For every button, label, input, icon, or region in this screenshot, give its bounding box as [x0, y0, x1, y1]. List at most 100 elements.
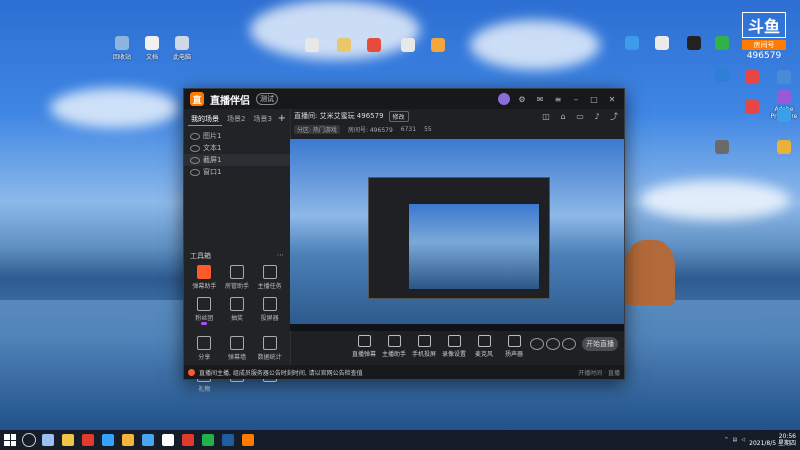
room-title-bar: 直播间: 艾米艾蜜玩 496579 修改 ◫ ⌂ ▭ ♪ ⤴: [290, 109, 624, 123]
user-avatar[interactable]: [498, 93, 510, 105]
windows-taskbar: ^ ▤ ◁ 20:56 2021/8/5 星期四: [0, 430, 800, 450]
edit-room-button[interactable]: 修改: [388, 110, 409, 122]
stream-preview[interactable]: [290, 139, 624, 331]
visibility-eye-icon[interactable]: [190, 156, 200, 164]
tab-scene-3[interactable]: 场景3: [250, 113, 274, 126]
search-icon[interactable]: [22, 433, 36, 447]
source-label: 图片1: [203, 132, 222, 140]
preview-area: 直播间: 艾米艾蜜玩 496579 修改 ◫ ⌂ ▭ ♪ ⤴ 分区: 热门游戏房…: [290, 109, 624, 365]
right-desktop-icon-3[interactable]: [700, 36, 744, 52]
taskbar-app-icon[interactable]: [242, 434, 254, 446]
right-desktop-icon-11[interactable]: [762, 140, 800, 156]
taskbar-app-icon[interactable]: [142, 434, 154, 446]
volume-icon[interactable]: ◁: [741, 437, 745, 443]
lock-icon[interactable]: ⌂: [557, 110, 569, 122]
control-label: 直播弹幕: [351, 351, 376, 358]
taskbar-app-icon[interactable]: [82, 434, 94, 446]
menu-icon[interactable]: ≡: [552, 93, 564, 105]
maximize-icon[interactable]: □: [588, 93, 600, 105]
control-button[interactable]: 录像设置: [440, 335, 468, 358]
tool-item[interactable]: 分享: [188, 336, 221, 361]
tray-arrow-icon[interactable]: ^: [724, 437, 728, 443]
visibility-eye-icon[interactable]: [190, 168, 200, 176]
scene-tabs: 我的场景 场景2 场景3 +: [184, 109, 290, 130]
system-clock[interactable]: 20:56 2021/8/5 星期四: [749, 433, 796, 447]
tool-icon: [197, 265, 212, 279]
tool-item[interactable]: 粉丝团: [188, 297, 221, 329]
right-desktop-icon-7[interactable]: [700, 68, 744, 84]
visibility-eye-icon[interactable]: [190, 144, 200, 152]
visibility-eye-icon[interactable]: [190, 132, 200, 140]
taskbar-app-icon[interactable]: [42, 434, 54, 446]
system-tray: ^ ▤ ◁ 20:56 2021/8/5 星期四: [724, 433, 796, 447]
control-button[interactable]: 麦克风: [470, 335, 498, 358]
source-item[interactable]: 窗口1: [184, 166, 290, 178]
version-badge[interactable]: 测试: [256, 93, 278, 105]
add-scene-button[interactable]: +: [278, 113, 286, 126]
control-button[interactable]: 主播助手: [380, 335, 408, 358]
tab-scene-2[interactable]: 场景2: [224, 113, 248, 126]
taskbar-app-icon[interactable]: [222, 434, 234, 446]
tool-item[interactable]: 投屏器: [253, 297, 286, 329]
clock-date: 2021/8/5 星期四: [749, 440, 796, 447]
tool-label: 粉丝团: [195, 315, 214, 322]
notice-text[interactable]: 直播间主播, 组成员服务器公告时刻时间, 请以官网公告检查值: [199, 368, 363, 377]
screen-icon[interactable]: ▭: [574, 110, 586, 122]
network-icon[interactable]: ▤: [733, 437, 738, 443]
taskbar-app-icon[interactable]: [102, 434, 114, 446]
app-icon: [367, 38, 381, 52]
extra-control-icon[interactable]: [546, 338, 560, 350]
right-desktop-icon-5[interactable]: [762, 70, 800, 86]
start-windows-icon[interactable]: [4, 434, 16, 446]
tool-item[interactable]: 房管助手: [221, 265, 254, 290]
settings-icon[interactable]: ⚙: [516, 93, 528, 105]
source-item[interactable]: 图片1: [184, 130, 290, 142]
app-icon: [337, 38, 351, 52]
room-info-item: 55: [424, 125, 432, 133]
message-icon[interactable]: ✉: [534, 93, 546, 105]
control-button[interactable]: 扬声器: [500, 335, 528, 358]
room-info-bar: 分区: 热门游戏 房间号: 496579 6731 55: [290, 123, 624, 135]
control-icon: [477, 335, 491, 347]
taskbar-app-icon[interactable]: [122, 434, 134, 446]
tab-scene-1[interactable]: 我的场景: [188, 113, 222, 126]
right-desktop-icon-9[interactable]: [762, 108, 800, 124]
taskbar-app-icon[interactable]: [62, 434, 74, 446]
tool-item[interactable]: 数据统计: [253, 336, 286, 361]
camera-icon[interactable]: ◫: [540, 110, 552, 122]
app-logo-icon: 直: [190, 92, 204, 106]
left-desktop-icon-7[interactable]: [416, 38, 460, 54]
room-title: 直播间: 艾米艾蜜玩 496579: [294, 112, 384, 120]
control-button[interactable]: 手机投屏: [410, 335, 438, 358]
taskbar-app-icon[interactable]: [202, 434, 214, 446]
tool-label: 礼物: [198, 386, 211, 393]
start-live-button[interactable]: 开始直播: [582, 337, 618, 351]
extra-control-icon[interactable]: [530, 338, 544, 350]
tool-item[interactable]: 主播任务: [253, 265, 286, 290]
close-icon[interactable]: ✕: [606, 93, 618, 105]
douyu-logo-icon: 斗鱼: [742, 12, 786, 38]
right-desktop-icon-10[interactable]: [700, 140, 744, 156]
control-button[interactable]: 直播弹幕: [350, 335, 378, 358]
tool-item[interactable]: 抽奖: [221, 297, 254, 329]
taskbar-app-icon[interactable]: [162, 434, 174, 446]
source-item[interactable]: 文本1: [184, 142, 290, 154]
left-desktop-icon-2[interactable]: 此电脑: [160, 36, 204, 61]
tool-item[interactable]: 弹幕助手: [188, 265, 221, 290]
share-icon[interactable]: ⤴: [608, 110, 620, 122]
taskbar-apps: [42, 434, 254, 446]
app-icon: [777, 90, 791, 104]
app-icon: [145, 36, 159, 50]
tool-item[interactable]: 弹幕墙: [221, 336, 254, 361]
app-icon: [777, 70, 791, 84]
control-label: 录像设置: [441, 351, 466, 358]
bell-icon[interactable]: ♪: [591, 110, 603, 122]
tool-label: 投屏器: [260, 315, 279, 322]
minimize-icon[interactable]: –: [570, 93, 582, 105]
control-icon: [417, 335, 431, 347]
app-icon: [777, 140, 791, 154]
source-item[interactable]: 截屏1: [184, 154, 290, 166]
taskbar-app-icon[interactable]: [182, 434, 194, 446]
extra-control-icon[interactable]: [562, 338, 576, 350]
toolbox-more-button[interactable]: ⋯: [277, 251, 284, 261]
